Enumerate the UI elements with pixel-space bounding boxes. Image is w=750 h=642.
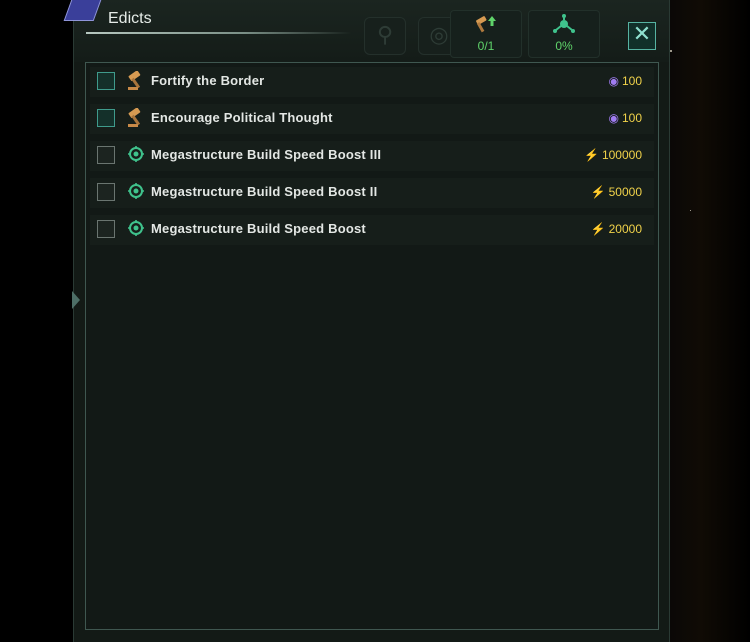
- list-item[interactable]: Megastructure Build Speed Boost III ⚡ 100…: [90, 141, 654, 171]
- edict-name: Megastructure Build Speed Boost III: [151, 147, 382, 162]
- edict-name: Fortify the Border: [151, 73, 265, 88]
- edict-checkbox[interactable]: [97, 146, 115, 164]
- energy-icon: ⚡: [590, 185, 606, 199]
- hub-value: 0%: [555, 39, 573, 53]
- edicts-list: Fortify the Border ◉ 100 Encourage Politi…: [85, 62, 659, 630]
- title-underline: [86, 32, 351, 34]
- energy-icon: ⚡: [590, 222, 606, 236]
- edict-checkbox[interactable]: [97, 183, 115, 201]
- cost-value: 100: [621, 74, 642, 88]
- edict-cost: ⚡ 20000: [591, 222, 642, 236]
- list-item[interactable]: Megastructure Build Speed Boost II ⚡ 5000…: [90, 178, 654, 208]
- edict-cost: ⚡ 100000: [584, 148, 642, 162]
- edict-cap-icon: [451, 14, 521, 39]
- megastructure-icon: [125, 219, 147, 241]
- star: [670, 50, 672, 52]
- hub-icon: [529, 14, 599, 39]
- edict-cost: ◉ 100: [608, 74, 642, 88]
- edict-cost: ⚡ 50000: [591, 185, 642, 199]
- megastructure-icon: [125, 182, 147, 204]
- gavel-icon: [125, 70, 147, 93]
- list-item[interactable]: Megastructure Build Speed Boost ⚡ 20000: [90, 215, 654, 245]
- cost-value: 100000: [601, 148, 642, 162]
- edict-name: Megastructure Build Speed Boost: [151, 221, 366, 236]
- cost-value: 100: [621, 111, 642, 125]
- background-left: [0, 0, 74, 642]
- influence-icon: ◉: [608, 111, 619, 125]
- search-icon[interactable]: ⚲: [364, 17, 406, 55]
- edict-checkbox[interactable]: [97, 72, 115, 90]
- cost-value: 20000: [608, 222, 642, 236]
- edict-checkbox[interactable]: [97, 220, 115, 238]
- edict-name: Encourage Political Thought: [151, 110, 333, 125]
- title-bar: Edicts ⚲ ◎ 0/1 0% ✕: [63, 0, 669, 62]
- gavel-icon: [125, 107, 147, 130]
- window-title: Edicts: [108, 10, 152, 27]
- hub-stat[interactable]: 0%: [528, 10, 600, 58]
- list-item[interactable]: Fortify the Border ◉ 100: [90, 67, 654, 97]
- energy-icon: ⚡: [584, 148, 599, 162]
- edicts-window: Edicts ⚲ ◎ 0/1 0% ✕ Fortify the Border ◉…: [63, 0, 670, 642]
- influence-icon: ◉: [608, 74, 619, 88]
- empire-emblem-icon[interactable]: [63, 0, 103, 21]
- background-right: [668, 0, 750, 642]
- collapse-arrow-icon[interactable]: [72, 291, 80, 309]
- close-button[interactable]: ✕: [628, 22, 656, 50]
- edict-cost: ◉ 100: [608, 111, 642, 125]
- edict-capacity-value: 0/1: [477, 39, 495, 53]
- edict-checkbox[interactable]: [97, 109, 115, 127]
- close-icon: ✕: [632, 22, 652, 47]
- star: [690, 210, 691, 211]
- list-item[interactable]: Encourage Political Thought ◉ 100: [90, 104, 654, 134]
- edict-name: Megastructure Build Speed Boost II: [151, 184, 378, 199]
- megastructure-icon: [125, 145, 147, 167]
- cost-value: 50000: [608, 185, 642, 199]
- edict-capacity-stat[interactable]: 0/1: [450, 10, 522, 58]
